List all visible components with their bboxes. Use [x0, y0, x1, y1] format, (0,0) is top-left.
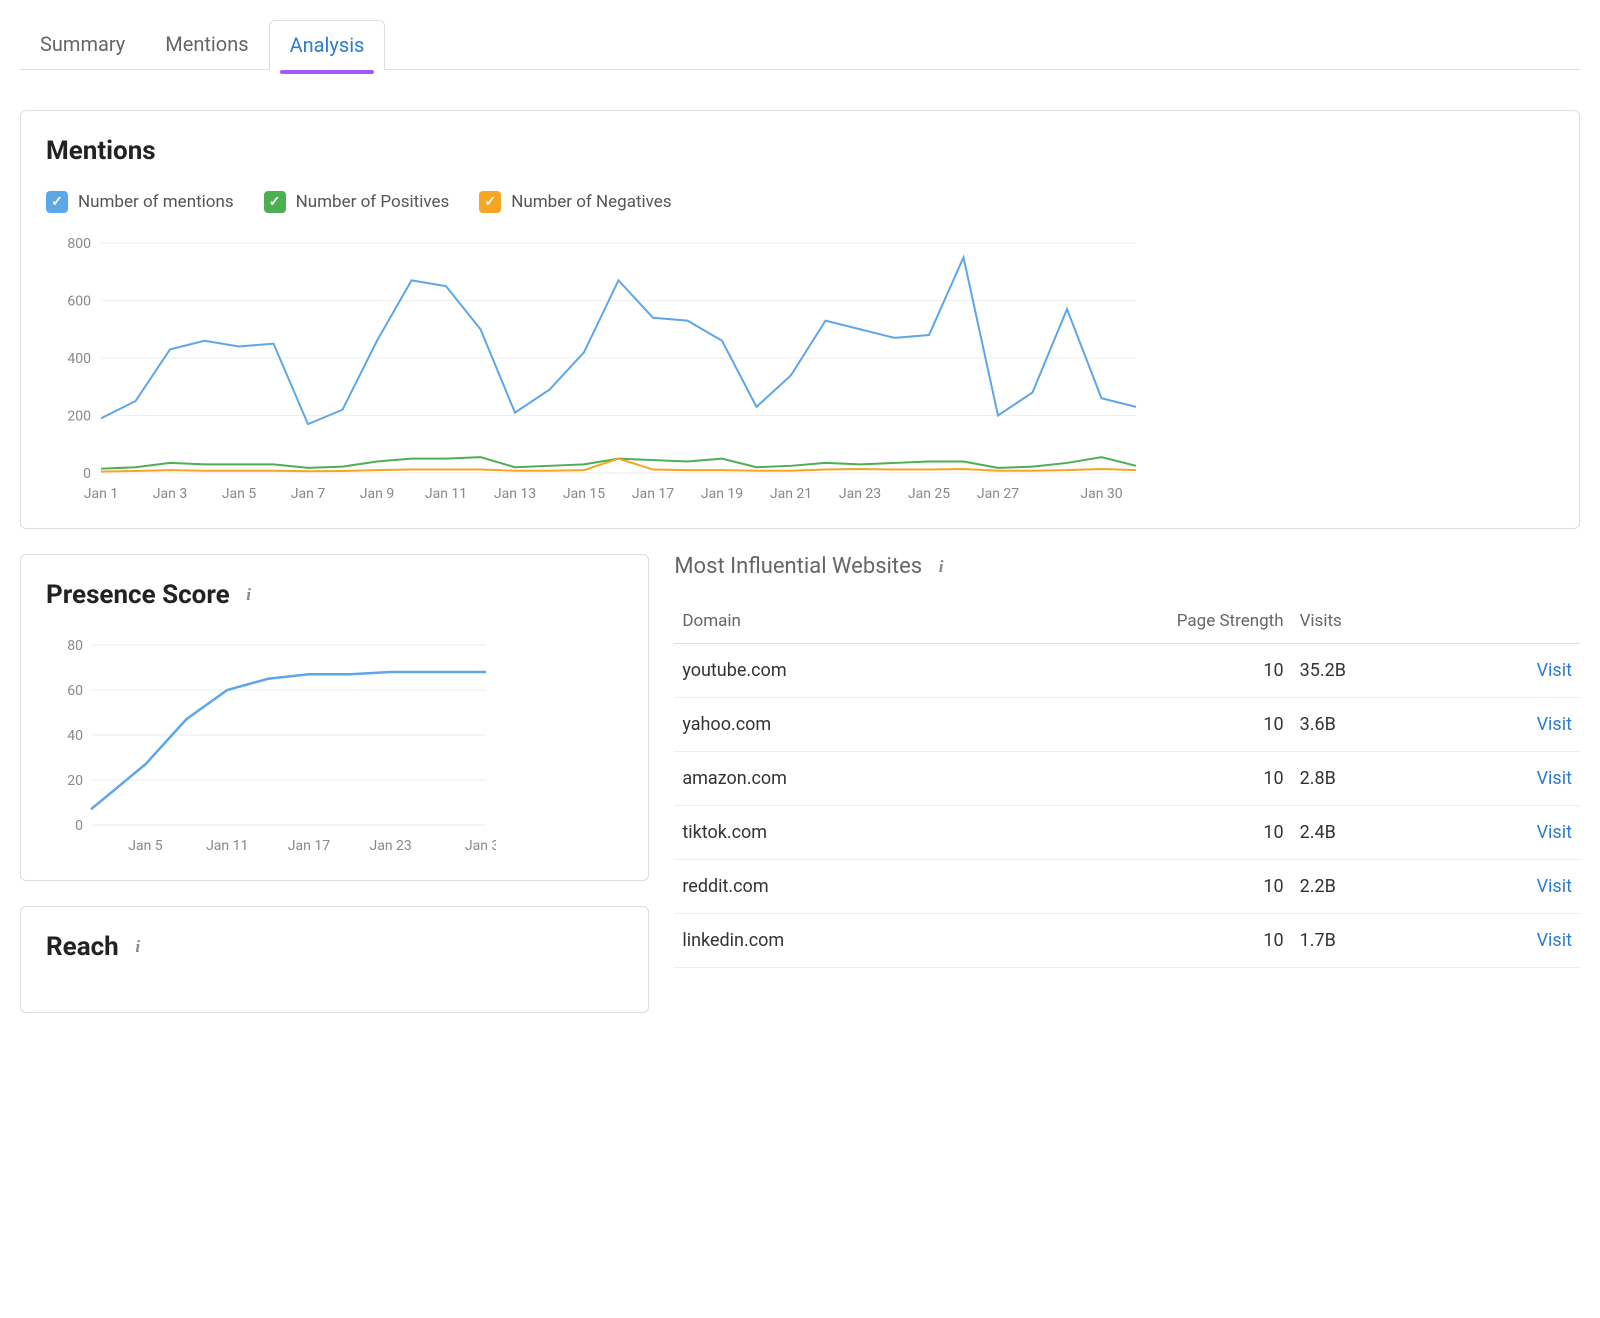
reach-title: Reach i: [46, 932, 623, 962]
mentions-card: Mentions ✓ Number of mentions ✓ Number of P…: [20, 110, 1580, 529]
svg-text:Jan 11: Jan 11: [425, 486, 467, 502]
checkbox-icon[interactable]: ✓: [264, 191, 286, 213]
legend-label: Number of Positives: [296, 192, 450, 212]
strength-cell: 10: [980, 806, 1291, 860]
visit-link[interactable]: Visit: [1450, 644, 1580, 698]
svg-text:Jan 13: Jan 13: [494, 486, 536, 502]
svg-text:80: 80: [67, 638, 83, 654]
svg-text:Jan 9: Jan 9: [360, 486, 394, 502]
svg-text:Jan 3: Jan 3: [153, 486, 187, 502]
websites-title: Most Influential Websites i: [674, 554, 1580, 579]
col-domain: Domain: [674, 599, 980, 644]
info-icon[interactable]: i: [240, 586, 258, 604]
domain-cell: linkedin.com: [674, 914, 980, 968]
svg-text:Jan 5: Jan 5: [222, 486, 257, 502]
svg-text:20: 20: [67, 773, 83, 789]
table-row: linkedin.com101.7BVisit: [674, 914, 1580, 968]
strength-cell: 10: [980, 698, 1291, 752]
svg-text:Jan 19: Jan 19: [701, 486, 743, 502]
svg-text:Jan 1: Jan 1: [84, 486, 118, 502]
col-strength: Page Strength: [980, 599, 1291, 644]
svg-text:Jan 23: Jan 23: [839, 486, 881, 502]
checkbox-icon[interactable]: ✓: [46, 191, 68, 213]
svg-text:Jan 17: Jan 17: [632, 486, 674, 502]
legend-label: Number of mentions: [78, 192, 234, 212]
svg-text:0: 0: [75, 818, 83, 834]
mentions-chart: 0 200 400 600 800 Jan 1 Jan 3 Jan 5 Jan 7 Jan 9 Ja…: [46, 233, 1554, 503]
svg-text:Jan 5: Jan 5: [128, 838, 163, 854]
visits-cell: 1.7B: [1292, 914, 1450, 968]
svg-text:Jan 17: Jan 17: [288, 838, 330, 854]
visits-cell: 2.8B: [1292, 752, 1450, 806]
visit-link[interactable]: Visit: [1450, 806, 1580, 860]
svg-text:0: 0: [83, 466, 91, 482]
table-row: youtube.com1035.2BVisit: [674, 644, 1580, 698]
tabs: SummaryMentionsAnalysis: [20, 20, 1580, 70]
tab-summary[interactable]: Summary: [20, 20, 145, 69]
svg-text:40: 40: [67, 728, 83, 744]
visit-link[interactable]: Visit: [1450, 752, 1580, 806]
svg-text:200: 200: [67, 409, 91, 425]
tab-analysis[interactable]: Analysis: [269, 20, 386, 70]
domain-cell: amazon.com: [674, 752, 980, 806]
legend-item[interactable]: ✓ Number of Negatives: [479, 191, 671, 213]
legend-label: Number of Negatives: [511, 192, 671, 212]
svg-text:600: 600: [67, 294, 91, 310]
svg-text:Jan 11: Jan 11: [206, 838, 248, 854]
strength-cell: 10: [980, 914, 1291, 968]
strength-cell: 10: [980, 860, 1291, 914]
svg-text:60: 60: [67, 683, 83, 699]
svg-text:Jan 27: Jan 27: [977, 486, 1019, 502]
domain-cell: tiktok.com: [674, 806, 980, 860]
visits-cell: 35.2B: [1292, 644, 1450, 698]
info-icon[interactable]: i: [129, 938, 147, 956]
domain-cell: youtube.com: [674, 644, 980, 698]
table-row: amazon.com102.8BVisit: [674, 752, 1580, 806]
tab-mentions[interactable]: Mentions: [145, 20, 268, 69]
legend-item[interactable]: ✓ Number of mentions: [46, 191, 234, 213]
svg-text:Jan 21: Jan 21: [770, 486, 812, 502]
info-icon[interactable]: i: [932, 558, 950, 576]
visits-cell: 2.2B: [1292, 860, 1450, 914]
svg-text:Jan 30: Jan 30: [1080, 486, 1122, 502]
reach-card: Reach i: [20, 906, 649, 1013]
visit-link[interactable]: Visit: [1450, 698, 1580, 752]
presence-title: Presence Score i: [46, 580, 623, 610]
svg-text:Jan 7: Jan 7: [291, 486, 326, 502]
websites-table: Domain Page Strength Visits youtube.com1…: [674, 599, 1580, 968]
domain-cell: yahoo.com: [674, 698, 980, 752]
websites-section: Most Influential Websites i Domain Page …: [674, 554, 1580, 968]
table-row: reddit.com102.2BVisit: [674, 860, 1580, 914]
table-row: yahoo.com103.6BVisit: [674, 698, 1580, 752]
presence-chart: 0 20 40 60 80 Jan 5 Jan 11 Jan 17 Jan 23 Jan 30: [46, 635, 623, 855]
domain-cell: reddit.com: [674, 860, 980, 914]
checkbox-icon[interactable]: ✓: [479, 191, 501, 213]
strength-cell: 10: [980, 752, 1291, 806]
visits-cell: 2.4B: [1292, 806, 1450, 860]
svg-text:Jan 25: Jan 25: [908, 486, 950, 502]
legend-item[interactable]: ✓ Number of Positives: [264, 191, 450, 213]
strength-cell: 10: [980, 644, 1291, 698]
visit-link[interactable]: Visit: [1450, 914, 1580, 968]
svg-text:400: 400: [67, 351, 91, 367]
mentions-legend: ✓Number of mentions✓Number of Positives✓…: [46, 191, 1554, 213]
col-visits: Visits: [1292, 599, 1450, 644]
table-row: tiktok.com102.4BVisit: [674, 806, 1580, 860]
mentions-title: Mentions: [46, 136, 1554, 166]
presence-card: Presence Score i 0 20 40 60 80 Jan 5 Jan 11 Jan…: [20, 554, 649, 881]
svg-text:800: 800: [67, 236, 91, 252]
svg-text:Jan 30: Jan 30: [465, 838, 496, 854]
col-visit-action: [1450, 599, 1580, 644]
svg-text:Jan 23: Jan 23: [370, 838, 412, 854]
svg-text:Jan 15: Jan 15: [563, 486, 605, 502]
visit-link[interactable]: Visit: [1450, 860, 1580, 914]
visits-cell: 3.6B: [1292, 698, 1450, 752]
